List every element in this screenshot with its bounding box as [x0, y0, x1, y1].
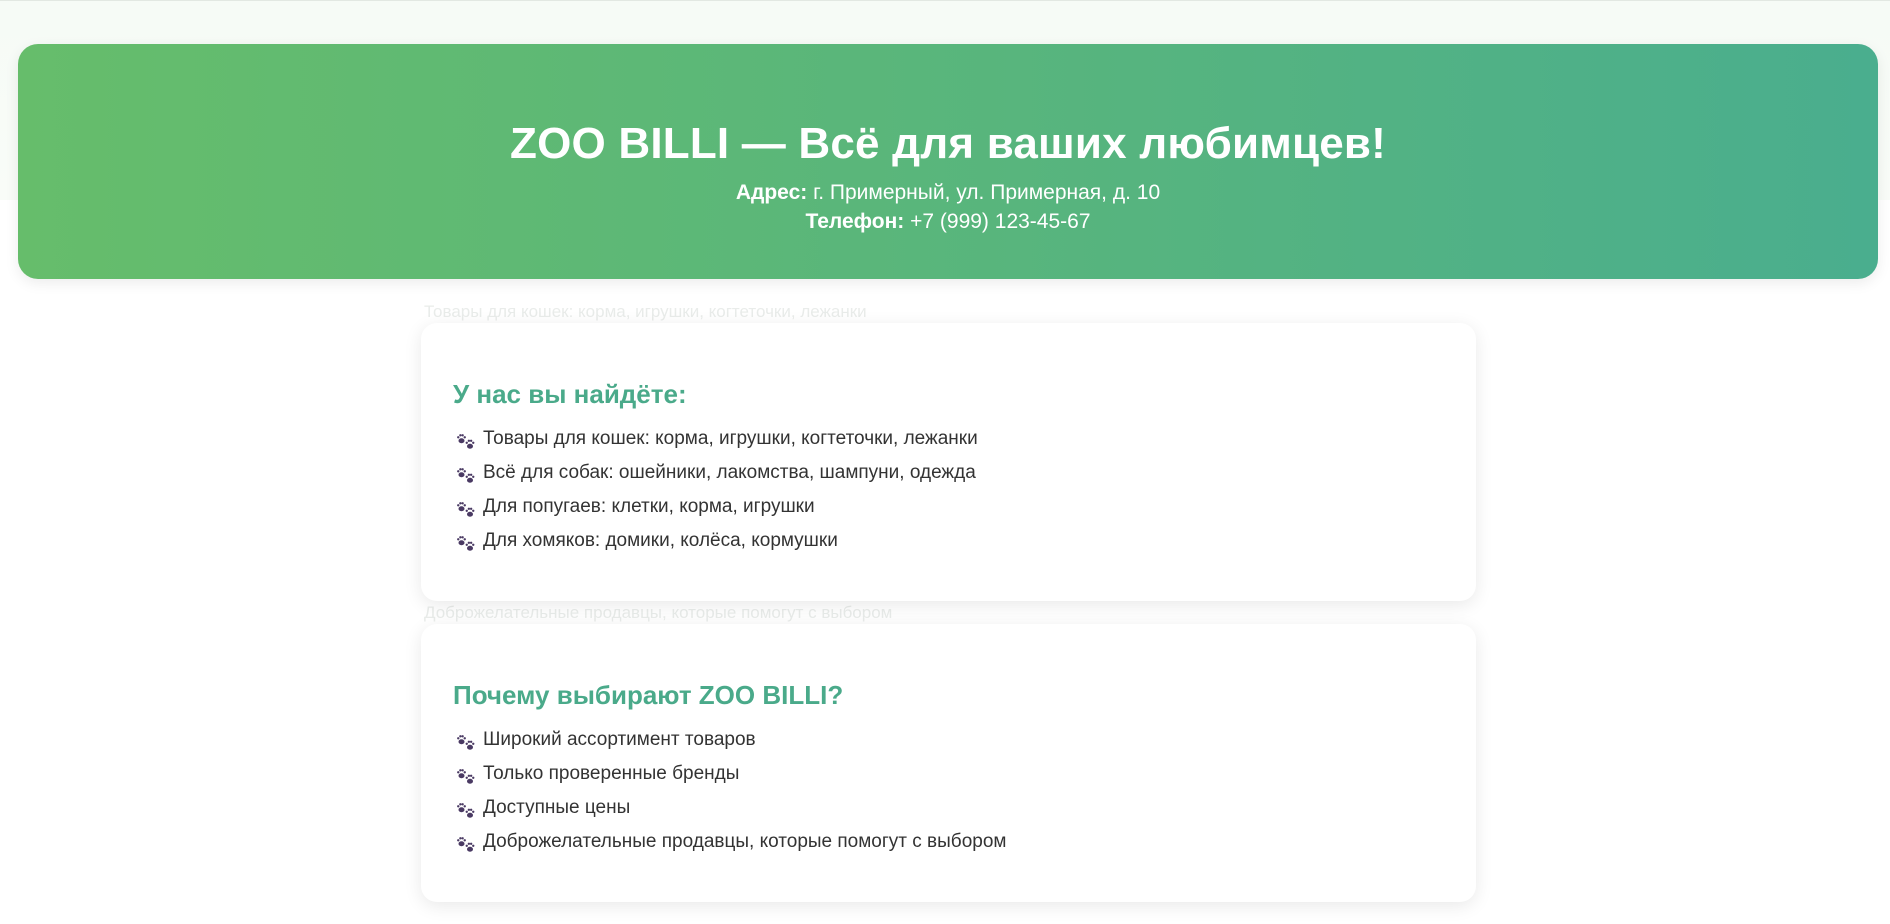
why-us-section-title: Почему выбирают ZOO BILLI?	[453, 680, 844, 710]
list-item-label: Доброжелательные продавцы, которые помог…	[483, 831, 1007, 852]
list-item: Для хомяков: домики, колёса, кормушки	[453, 524, 1444, 558]
ghost-text-2: Доброжелательные продавцы, которые помог…	[424, 603, 892, 623]
why-us-list: Широкий ассортимент товаров Только прове…	[453, 723, 1444, 859]
products-section-title: У нас вы найдёте:	[453, 379, 687, 409]
list-item: Широкий ассортимент товаров	[453, 723, 1444, 757]
products-list: Товары для кошек: корма, игрушки, когтет…	[453, 422, 1444, 558]
phone-label: Телефон:	[805, 210, 905, 233]
list-item-label: Товары для кошек: корма, игрушки, когтет…	[483, 428, 978, 449]
list-item-label: Для попугаев: клетки, корма, игрушки	[483, 496, 815, 517]
paw-prints-icon	[455, 732, 477, 752]
address-label: Адрес:	[735, 181, 808, 204]
page-title: ZOO BILLI — Всё для ваших любимцев!	[510, 119, 1386, 168]
phone-value: +7 (999) 123-45-67	[910, 210, 1091, 233]
ghost-text-1-label: Товары для кошек: корма, игрушки, когтет…	[424, 302, 867, 321]
products-section-card: У нас вы найдёте: Товары для кошек: корм…	[421, 323, 1476, 601]
list-item-label: Для хомяков: домики, колёса, кормушки	[483, 530, 838, 551]
list-item-label: Только проверенные бренды	[483, 763, 740, 784]
list-item: Доброжелательные продавцы, которые помог…	[453, 825, 1444, 859]
ghost-text-2-label: Доброжелательные продавцы, которые помог…	[424, 603, 893, 622]
list-item-label: Всё для собак: ошейники, лакомства, шамп…	[483, 462, 976, 483]
why-us-section-card: Почему выбирают ZOO BILLI? Широкий ассор…	[421, 624, 1476, 902]
paw-prints-icon	[455, 431, 477, 451]
paw-prints-icon	[455, 800, 477, 820]
paw-prints-icon	[455, 499, 477, 519]
list-item: Доступные цены	[453, 791, 1444, 825]
ghost-text-1: Товары для кошек: корма, игрушки, когтет…	[424, 302, 867, 322]
page-top-border	[0, 0, 1890, 1]
paw-prints-icon	[455, 465, 477, 485]
paw-prints-icon	[455, 533, 477, 553]
paw-prints-icon	[455, 766, 477, 786]
list-item: Товары для кошек: корма, игрушки, когтет…	[453, 422, 1444, 456]
list-item-label: Доступные цены	[483, 797, 631, 818]
phone-line: Телефон: +7 (999) 123-45-67	[18, 207, 1878, 236]
list-item-label: Широкий ассортимент товаров	[483, 729, 756, 750]
address-line: Адрес: г. Примерный, ул. Примерная, д. 1…	[18, 178, 1878, 207]
site-header: ZOO BILLI — Всё для ваших любимцев! Адре…	[18, 44, 1878, 279]
list-item: Для попугаев: клетки, корма, игрушки	[453, 490, 1444, 524]
list-item: Всё для собак: ошейники, лакомства, шамп…	[453, 456, 1444, 490]
list-item: Только проверенные бренды	[453, 757, 1444, 791]
paw-prints-icon	[455, 834, 477, 854]
address-value: г. Примерный, ул. Примерная, д. 10	[813, 181, 1161, 204]
